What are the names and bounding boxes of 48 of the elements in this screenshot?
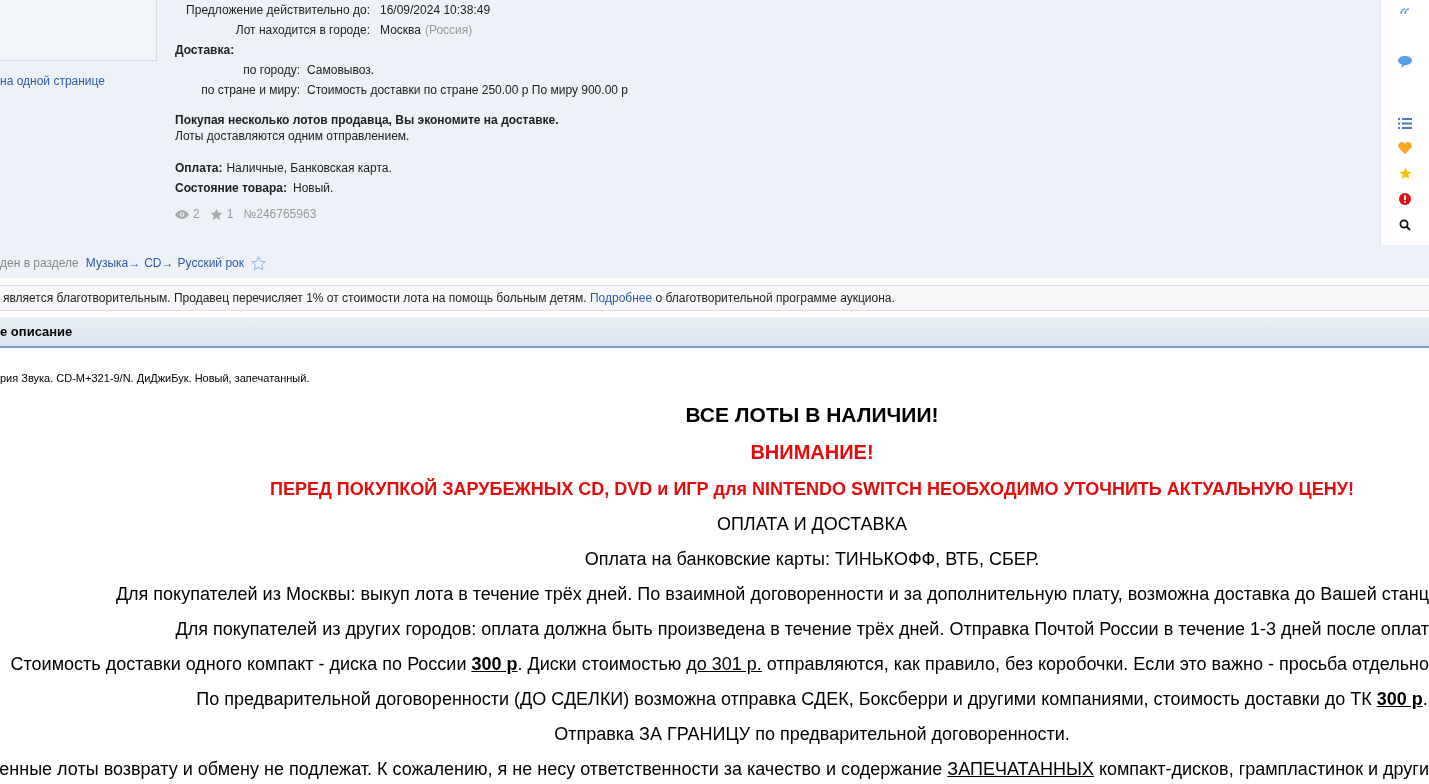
view-link[interactable]: на одной странице [0, 74, 105, 88]
delivery-value: Стоимость доставки по стране 250.00 р По миру 900.00 р [307, 82, 629, 99]
description-text: енные лоты возврату и обмену не подлежат. К сожалению, я не несу ответственности за качество и содержание ЗАПЕЧАТАННЫХ компакт-дисков, грампластинок и други [0, 759, 1429, 780]
delivery-label: по городу: [242, 62, 300, 79]
delivery-label: по стране и миру: [200, 82, 300, 99]
breadcrumb-link[interactable]: Русский рок [177, 255, 244, 271]
combine-title: Покупая несколько лотов продавца, Вы экономите на доставке. [175, 112, 560, 128]
alert-icon [1399, 193, 1411, 205]
description-text: Для покупателей из Москвы: выкуп лота в течение трёх дней. По взаимной договоренности и за дополнительную плату, возможна доставка до Вашей станц [115, 584, 1429, 605]
warning-text: ВНИМАНИЕ! [750, 440, 874, 464]
star-outline-icon [251, 255, 266, 271]
payment-label: Оплата: [175, 160, 223, 177]
search-icon [1399, 219, 1411, 231]
description-text: По предварительной договоренности (ДО СДЕЛКИ) возможна отправка СДЕК, Боксберри и другими компаниями, стоимость доставки до ТК 300 р. [196, 689, 1428, 710]
more-link[interactable]: Подробнее [589, 291, 653, 305]
condition-value: Новый. [293, 180, 334, 197]
offer-date: 16/09/2024 10:38:49 [380, 2, 492, 19]
view-count: 2 [193, 207, 200, 221]
description-text: ОПЛАТА И ДОСТАВКА [716, 514, 908, 535]
city-label: Лот находится в городе: [234, 22, 370, 39]
star-icon [1398, 167, 1412, 180]
breadcrumb-link[interactable]: Музыка→ [85, 255, 141, 271]
charity-notice: является благотворительным. Продавец перечисляет 1% от стоимости лота на помощь больным детям. Подробнее о благотворительной программе аукциона. [2, 290, 896, 307]
description-text: Отправка ЗА ГРАНИЦУ по предварительной договоренности. [554, 724, 1070, 745]
warning-text: ПЕРЕД ПОКУПКОЙ ЗАРУБЕЖНЫХ CD, DVD и ИГР для NINTENDO SWITCH НЕОБХОДИМО УТОЧНИТЬ АКТУАЛЬНУЮ ЦЕНУ! [270, 477, 1354, 501]
offer-label: Предложение действительно до: [185, 2, 370, 19]
item-summary: рия Звука. CD-M+321-9/N. ДиДжиБук. Новый, запечатанный. [0, 371, 311, 385]
heart-icon [1398, 142, 1412, 154]
list-icon [1398, 118, 1412, 129]
speech-bubble-icon [1398, 56, 1412, 68]
favorite-count: 1 [226, 207, 234, 221]
star-icon [209, 207, 223, 221]
condition-label: Состояние товара: [175, 180, 287, 197]
combine-text: Лоты доставляются одним отправлением. [175, 128, 411, 144]
delivery-value: Самовывоз. [307, 62, 375, 79]
description-text: Оплата на банковские карты: ТИНЬКОФФ, ВТБ, СБЕР. [584, 549, 1040, 570]
delivery-title: Доставка: [175, 43, 235, 57]
notice-heading: ВСЕ ЛОТЫ В НАЛИЧИИ! [685, 403, 939, 427]
description-text: Стоимость доставки одного компакт - диска по России 300 р. Диски стоимостью до 301 р. отправляются, как правило, без коробочки. Если это важно - просьба отдельно [10, 654, 1429, 675]
payment-value: Наличные, Банковская карта. [226, 160, 392, 177]
lot-number: №246765963 [243, 207, 317, 221]
breadcrumb-link[interactable]: CD→ [144, 255, 174, 271]
city-value: Москва [380, 22, 421, 39]
category-label: ден в разделе [0, 255, 79, 271]
eye-icon [175, 209, 189, 219]
section-title: е описание [0, 324, 73, 339]
description-text: Для покупателей из других городов: оплата должна быть произведена в течение трёх дней. Отправка Почтой России в течение 1-3 дней после оплат [175, 619, 1429, 640]
country-value: (Россия) [424, 22, 473, 39]
